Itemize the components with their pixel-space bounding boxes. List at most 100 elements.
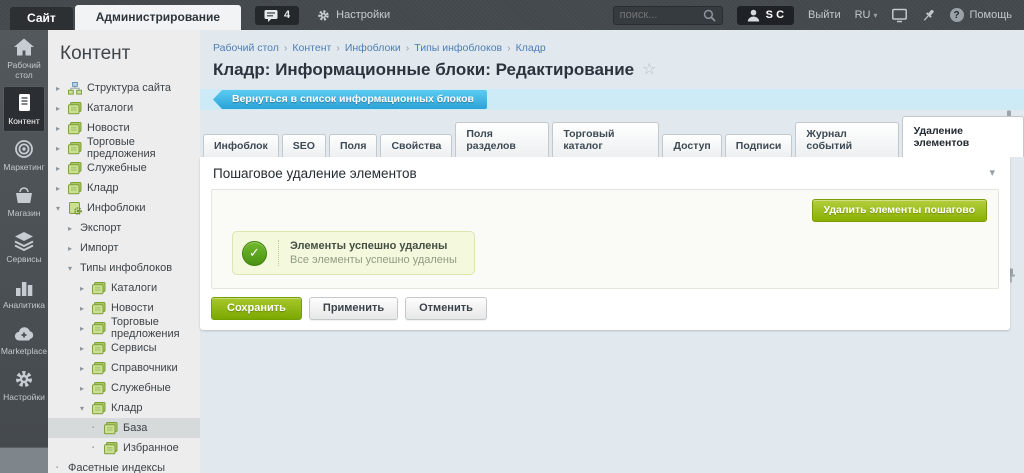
sidebar-item-news[interactable]: ▸Новости [48, 118, 200, 138]
tab-captions[interactable]: Подписи [725, 134, 793, 157]
rail-item-marketing[interactable]: Маркетинг [0, 132, 48, 178]
sidebar-item-types-kladr[interactable]: ▾ Кладр [48, 398, 200, 418]
expand-arrow-icon[interactable]: ▸ [80, 344, 92, 353]
expand-arrow-icon[interactable]: ▸ [56, 144, 68, 153]
expand-arrow-icon[interactable]: ▸ [80, 324, 92, 333]
rail-item-settings[interactable]: Настройки [0, 362, 48, 408]
sidebar-item-favorites[interactable]: ▪Избранное [48, 438, 200, 458]
logout-link[interactable]: Выйти [808, 9, 841, 21]
expand-arrow-icon[interactable]: ▸ [56, 84, 68, 93]
favorite-star-icon[interactable]: ☆ [642, 62, 656, 78]
search-box [613, 6, 723, 25]
tab-infoblock[interactable]: Инфоблок [203, 134, 279, 157]
sidebar-item-infoblock-types[interactable]: ▾Типы инфоблоков [48, 258, 200, 278]
rail-item-content[interactable]: Контент [3, 86, 45, 132]
tab-section-fields[interactable]: Поля разделов [455, 122, 549, 157]
breadcrumb-separator: › [406, 42, 410, 54]
expand-arrow-icon[interactable]: ▸ [56, 124, 68, 133]
settings-button[interactable]: Настройки [317, 9, 390, 22]
desktop-view-icon[interactable] [892, 8, 907, 23]
breadcrumb-link[interactable]: Контент [292, 42, 331, 54]
language-selector[interactable]: RU ▾ [855, 9, 878, 21]
sidebar-item-types-services[interactable]: ▸Сервисы [48, 338, 200, 358]
delete-elements-button[interactable]: Удалить элементы пошагово [812, 199, 988, 222]
rail-item-analytics[interactable]: Аналитика [0, 270, 48, 316]
breadcrumb-link[interactable]: Типы инфоблоков [414, 42, 502, 54]
expand-arrow-icon[interactable]: ▸ [80, 284, 92, 293]
topbar-right: S C Выйти RU ▾ ? Помощь [613, 6, 1024, 25]
collapse-arrow-icon[interactable]: ▾ [56, 204, 68, 213]
search-input[interactable] [620, 9, 703, 21]
sidebar-item-service[interactable]: ▸Служебные [48, 158, 200, 178]
tab-delete-elements[interactable]: Удаление элементов [902, 116, 1024, 157]
sidebar-item-facet-indexes[interactable]: ▪Фасетные индексы [48, 458, 200, 473]
document-icon [92, 322, 106, 335]
expand-arrow-icon[interactable]: ▸ [56, 104, 68, 113]
document-icon [92, 282, 106, 295]
expand-arrow-icon[interactable]: ▸ [80, 384, 92, 393]
search-icon[interactable] [703, 9, 716, 22]
sidebar-item-offers[interactable]: ▸Торговые предложения [48, 138, 200, 158]
breadcrumb-separator: › [507, 42, 511, 54]
tab-bar: ИнфоблокSEOПоляСвойстваПоля разделовТорг… [203, 116, 1024, 157]
main-area: Рабочий стол › Контент › Инфоблоки › Типы инфо… [200, 30, 1024, 473]
apply-button[interactable]: Применить [309, 297, 398, 320]
collapse-section-icon[interactable]: ▾ [989, 166, 995, 179]
expand-arrow-icon[interactable]: ▸ [68, 244, 80, 253]
tab-event-log[interactable]: Журнал событий [795, 122, 898, 157]
notifications-button[interactable]: 4 [255, 6, 299, 25]
rail-item-label: Контент [8, 116, 40, 126]
document-icon [13, 93, 35, 113]
basket-icon [13, 185, 35, 205]
collapse-arrow-icon[interactable]: ▾ [80, 404, 92, 413]
tab-seo[interactable]: SEO [282, 134, 326, 157]
return-to-list-button[interactable]: Вернуться в список информационных блоков [213, 90, 487, 109]
rail-item-label: Маркетинг [3, 162, 44, 172]
topbar: Сайт Администрирование 4 Настройки S C В… [0, 0, 1024, 30]
help-button[interactable]: ? Помощь [950, 8, 1013, 22]
notifications-count: 4 [284, 9, 290, 21]
save-button[interactable]: Сохранить [211, 297, 302, 320]
tab-trade-catalog[interactable]: Торговый каталог [552, 122, 659, 157]
rail-items: Рабочий стол Контент Маркетинг МагазинСерви… [0, 30, 48, 408]
bullet-icon: ▪ [92, 425, 104, 431]
expand-arrow-icon[interactable]: ▸ [80, 364, 92, 373]
sidebar-item-site-structure[interactable]: ▸Структура сайта [48, 78, 200, 98]
sidebar-item-infoblocks[interactable]: ▾Инфоблоки [48, 198, 200, 218]
sidebar-item-types-offers[interactable]: ▸Торговые предложения [48, 318, 200, 338]
chart-icon [13, 277, 35, 297]
collapse-arrow-icon[interactable]: ▾ [68, 264, 80, 273]
expand-arrow-icon[interactable]: ▸ [68, 224, 80, 233]
tab-fields[interactable]: Поля [329, 134, 378, 157]
breadcrumb-link[interactable]: Инфоблоки [345, 42, 401, 54]
breadcrumb-link[interactable]: Рабочий стол [213, 42, 279, 54]
sidebar-item-types-service[interactable]: ▸Служебные [48, 378, 200, 398]
rail-item-marketplace[interactable]: Marketplace [0, 316, 48, 362]
expand-arrow-icon[interactable]: ▸ [80, 304, 92, 313]
rail-item-desktop[interactable]: Рабочий стол [0, 30, 48, 86]
tab-access[interactable]: Доступ [662, 134, 721, 157]
cancel-button[interactable]: Отменить [405, 297, 487, 320]
sidebar-item-import[interactable]: ▸Импорт [48, 238, 200, 258]
rail-item-store[interactable]: Магазин [0, 178, 48, 224]
rail-item-services[interactable]: Сервисы [0, 224, 48, 270]
sidebar-item-types-refs[interactable]: ▸Справочники [48, 358, 200, 378]
tab-site[interactable]: Сайт [10, 7, 73, 30]
sidebar-item-types-news[interactable]: ▸Новости [48, 298, 200, 318]
tab-properties[interactable]: Свойства [380, 134, 452, 157]
user-menu-button[interactable]: S C [737, 6, 794, 25]
sidebar-item-base[interactable]: ▪База [48, 418, 200, 438]
document-icon [104, 422, 118, 435]
breadcrumb-separator: › [284, 42, 288, 54]
tab-admin[interactable]: Администрирование [75, 5, 241, 30]
sidebar-item-export[interactable]: ▸Экспорт [48, 218, 200, 238]
expand-arrow-icon[interactable]: ▸ [56, 184, 68, 193]
sidebar-item-types-catalogs[interactable]: ▸Каталоги [48, 278, 200, 298]
sidebar-item-catalogs[interactable]: ▸Каталоги [48, 98, 200, 118]
breadcrumb-link[interactable]: Кладр [516, 42, 546, 54]
expand-arrow-icon[interactable]: ▸ [56, 164, 68, 173]
sidebar-item-label: Кладр [111, 402, 142, 414]
sidebar-item-kladr[interactable]: ▸Кладр [48, 178, 200, 198]
sidebar-item-label: Избранное [123, 442, 179, 454]
pin-icon[interactable] [921, 8, 936, 23]
